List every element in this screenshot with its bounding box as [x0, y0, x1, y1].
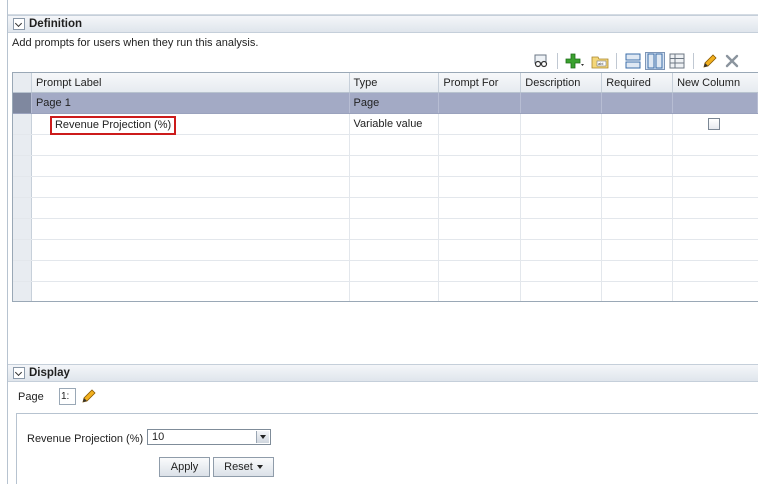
table-row[interactable]: Page 1 Page: [13, 93, 758, 114]
row-layout-icon[interactable]: [623, 52, 643, 70]
definition-instruction: Add prompts for users when they run this…: [12, 37, 259, 49]
table-row: [13, 219, 758, 240]
caret-down-icon: [256, 465, 263, 470]
definition-toolbar: abl: [530, 51, 743, 71]
revenue-projection-dropdown[interactable]: 10: [147, 429, 271, 445]
table-row: [13, 261, 758, 282]
chevron-down-icon[interactable]: [256, 431, 269, 443]
description-cell: [521, 114, 603, 134]
column-header[interactable]: New Column: [673, 73, 758, 92]
prompt-for-cell: [439, 93, 522, 113]
collapse-icon[interactable]: [13, 367, 25, 379]
dropdown-value: 10: [152, 431, 165, 443]
row-selector[interactable]: [13, 114, 32, 134]
preview-icon[interactable]: [531, 52, 551, 70]
prompt-preview-panel: [16, 413, 758, 484]
prompt-label-cell: Revenue Projection (%): [32, 114, 350, 135]
table-row: [13, 282, 758, 301]
add-icon[interactable]: [564, 52, 588, 70]
column-layout-icon[interactable]: [645, 52, 665, 70]
column-header[interactable]: Prompt For: [439, 73, 522, 92]
apply-button[interactable]: Apply: [159, 457, 210, 477]
type-cell: Variable value: [350, 114, 440, 134]
display-title: Display: [29, 367, 70, 379]
folder-icon[interactable]: abl: [590, 52, 610, 70]
definition-title: Definition: [29, 18, 83, 30]
svg-text:abl: abl: [598, 61, 603, 66]
top-strip: [8, 0, 758, 15]
highlighted-prompt-label: Revenue Projection (%): [49, 116, 177, 135]
prompts-table: Prompt Label Type Prompt For Description…: [12, 72, 758, 302]
column-header[interactable]: Required: [602, 73, 674, 92]
reset-label: Reset: [224, 461, 253, 473]
edit-icon[interactable]: [700, 52, 720, 70]
column-header[interactable]: Type: [350, 73, 440, 92]
definition-section-header[interactable]: Definition: [8, 15, 758, 33]
column-header[interactable]: Prompt Label: [32, 73, 350, 92]
prompt-preview-label: Revenue Projection (%): [27, 433, 144, 445]
type-cell: Page: [350, 93, 440, 113]
table-row: [13, 198, 758, 219]
prompt-for-cell: [439, 114, 522, 134]
grid-layout-icon[interactable]: [667, 52, 687, 70]
toolbar-separator: [557, 53, 558, 69]
collapse-icon[interactable]: [13, 18, 25, 30]
column-header[interactable]: Description: [521, 73, 603, 92]
table-row: [13, 135, 758, 156]
required-cell: [602, 93, 674, 113]
new-column-cell: [673, 114, 758, 134]
new-column-cell: [673, 93, 758, 113]
row-selector[interactable]: [13, 93, 32, 113]
prompt-label-cell: Page 1: [32, 93, 350, 113]
table-header: Prompt Label Type Prompt For Description…: [13, 73, 758, 93]
table-row: [13, 177, 758, 198]
page-label: Page: [18, 391, 44, 403]
toolbar-separator: [693, 53, 694, 69]
table-row: [13, 156, 758, 177]
table-row: [13, 240, 758, 261]
reset-button[interactable]: Reset: [213, 457, 274, 477]
description-cell: [521, 93, 603, 113]
row-selector-header: [13, 73, 32, 92]
delete-icon[interactable]: [722, 52, 742, 70]
required-cell: [602, 114, 674, 134]
prompts-editor: Definition Add prompts for users when th…: [0, 0, 758, 484]
toolbar-separator: [616, 53, 617, 69]
edit-page-icon[interactable]: [81, 388, 97, 407]
display-section-header[interactable]: Display: [8, 364, 758, 382]
page-select[interactable]: 1:: [59, 388, 76, 405]
table-row[interactable]: Revenue Projection (%) Variable value: [13, 114, 758, 135]
new-column-checkbox[interactable]: [708, 118, 721, 130]
